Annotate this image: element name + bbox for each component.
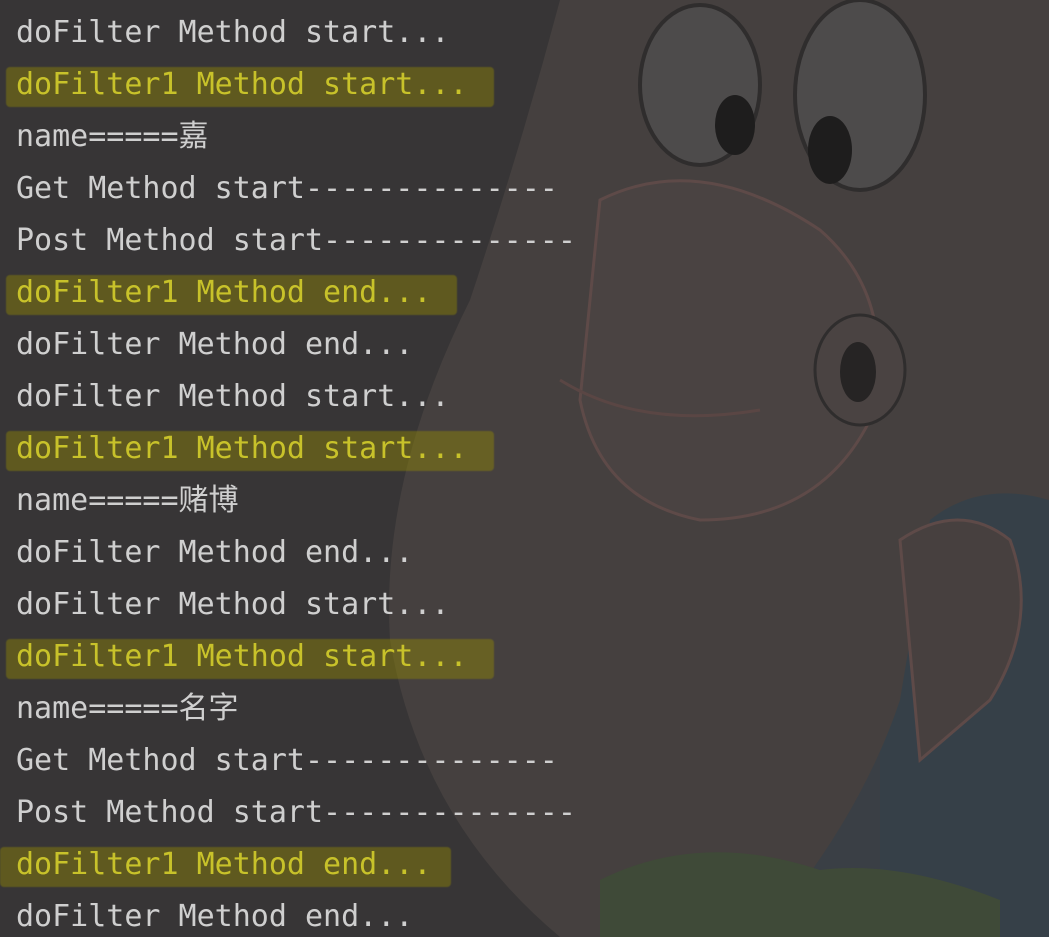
log-line: Post Method start-------------- (16, 795, 576, 830)
log-line: doFilter1 Method start... (16, 67, 468, 102)
log-line: doFilter1 Method end... (16, 275, 432, 310)
log-line: Get Method start-------------- (16, 743, 558, 778)
log-line: doFilter Method start... (16, 587, 450, 622)
log-line: doFilter1 Method start... (16, 431, 468, 466)
log-line: name=====嘉 (16, 119, 209, 154)
log-line: doFilter Method start... (16, 15, 450, 50)
log-line: doFilter1 Method start... (16, 639, 468, 674)
log-line: name=====名字 (16, 691, 239, 726)
log-line: doFilter Method end... (16, 327, 414, 362)
console-output: doFilter Method start... doFilter1 Method… (0, 0, 1049, 937)
log-line: doFilter Method end... (16, 899, 414, 934)
log-line: doFilter1 Method end... (16, 847, 432, 882)
log-line: name=====赌博 (16, 483, 239, 518)
log-line: doFilter Method start... (16, 379, 450, 414)
log-line: Post Method start-------------- (16, 223, 576, 258)
log-line: doFilter Method end... (16, 535, 414, 570)
log-line: Get Method start-------------- (16, 171, 558, 206)
